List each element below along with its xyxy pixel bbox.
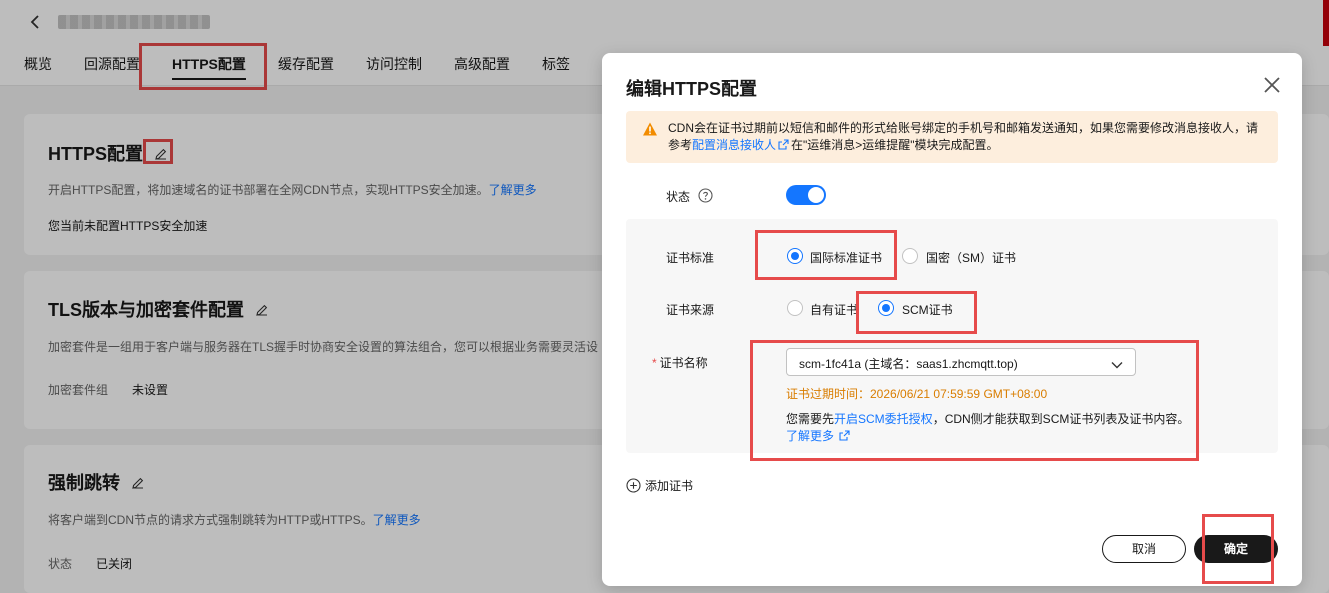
required-mark: * — [652, 356, 657, 370]
radio-sm-standard-label[interactable]: 国密（SM）证书 — [926, 249, 1016, 266]
status-label: 状态 — [666, 190, 691, 204]
toggle-knob — [808, 187, 824, 203]
add-cert-label: 添加证书 — [645, 479, 694, 493]
notice-text-after: 在"运维消息>运维提醒"模块完成配置。 — [791, 138, 999, 152]
notice-text: CDN会在证书过期前以短信和邮件的形式给账号绑定的手机号和邮箱发送通知，如果您需… — [668, 120, 1268, 155]
dialog-title: 编辑HTTPS配置 — [626, 79, 758, 99]
warning-icon — [642, 121, 658, 140]
cert-source-label: 证书来源 — [666, 303, 715, 317]
close-icon[interactable] — [1260, 73, 1284, 97]
radio-own-cert-label[interactable]: 自有证书 — [810, 301, 858, 318]
expiry-notice: CDN会在证书过期前以短信和邮件的形式给账号绑定的手机号和邮箱发送通知，如果您需… — [626, 111, 1278, 163]
highlight-box-source — [856, 291, 977, 334]
external-link-icon[interactable] — [778, 138, 789, 155]
cert-name-label-text: 证书名称 — [659, 356, 708, 370]
highlight-box-confirm — [1202, 514, 1274, 584]
plus-circle-icon — [626, 478, 641, 493]
radio-sm-standard[interactable] — [902, 248, 918, 264]
cancel-button[interactable]: 取消 — [1102, 535, 1186, 563]
add-cert-button[interactable]: 添加证书 — [626, 477, 693, 494]
cert-name-label: * 证书名称 — [652, 354, 708, 371]
status-toggle[interactable] — [786, 185, 826, 205]
notice-receiver-link[interactable]: 配置消息接收人 — [692, 138, 776, 152]
highlight-box-cert-name — [750, 340, 1199, 461]
edit-https-dialog: 编辑HTTPS配置 CDN会在证书过期前以短信和邮件的形式给账号绑定的手机号和邮… — [602, 53, 1302, 586]
radio-own-cert[interactable] — [787, 300, 803, 316]
help-icon[interactable] — [698, 188, 713, 206]
highlight-box-standard — [755, 230, 897, 280]
cert-standard-label: 证书标准 — [666, 251, 715, 265]
